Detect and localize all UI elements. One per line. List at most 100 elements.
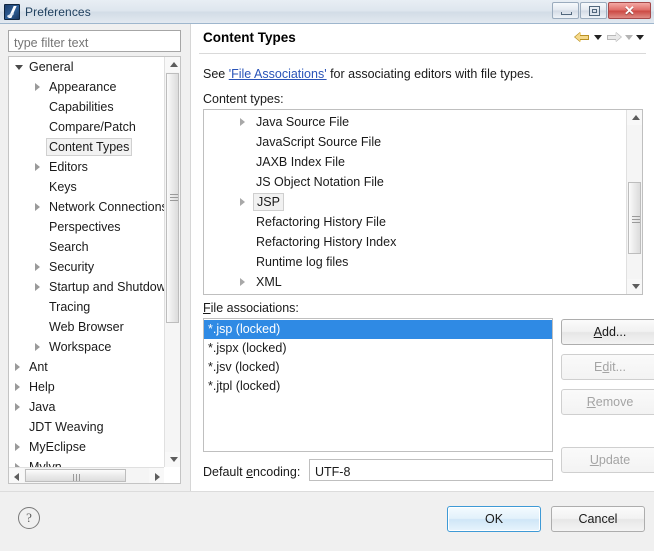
tree-scroll-thumb[interactable]: [166, 73, 179, 323]
tree-collapsed-arrow-icon[interactable]: [35, 263, 40, 271]
remove-button: Remove: [561, 389, 654, 415]
sidebar-item-search[interactable]: Search: [9, 237, 165, 257]
content-types-vertical-scrollbar[interactable]: [626, 110, 642, 294]
window-title: Preferences: [25, 4, 91, 19]
scroll-up-arrow-icon[interactable]: [165, 57, 180, 72]
sidebar-item-editors[interactable]: Editors: [9, 157, 165, 177]
file-association-row[interactable]: *.jtpl (locked): [204, 377, 552, 396]
file-associations-label: File associations:: [203, 301, 299, 315]
content-type-row[interactable]: Refactoring History Index: [204, 232, 625, 252]
sidebar-item-content-types[interactable]: Content Types: [9, 137, 165, 157]
content-type-label: Refactoring History Index: [256, 235, 397, 249]
tree-horizontal-scrollbar[interactable]: [9, 467, 164, 483]
sidebar-item-capabilities[interactable]: Capabilities: [9, 97, 165, 117]
page-menu-chevron-down-icon[interactable]: [636, 35, 644, 40]
sidebar-item-perspectives[interactable]: Perspectives: [9, 217, 165, 237]
content-type-row[interactable]: JSP: [204, 192, 625, 212]
sidebar-item-keys[interactable]: Keys: [9, 177, 165, 197]
content-type-row[interactable]: Runtime log files: [204, 252, 625, 272]
content-types-list[interactable]: Java Source File JavaScript Source File JA…: [203, 109, 643, 295]
sidebar-item-java[interactable]: Java: [9, 397, 165, 417]
tree-vertical-scrollbar[interactable]: [164, 57, 180, 467]
tree-collapsed-arrow-icon[interactable]: [35, 343, 40, 351]
default-encoding-input[interactable]: [309, 459, 553, 481]
sidebar-item-label: Workspace: [49, 340, 112, 354]
restore-icon: [589, 6, 600, 16]
file-association-row[interactable]: *.jspx (locked): [204, 339, 552, 358]
forward-history-chevron-down-icon: [625, 35, 633, 40]
preference-tree[interactable]: General Appearance Capabilities Compare/Pat…: [8, 56, 181, 484]
content-type-label: XML: [256, 275, 282, 289]
tree-expanded-arrow-icon[interactable]: [15, 65, 23, 70]
scroll-left-arrow-icon[interactable]: [9, 468, 24, 483]
minimize-button[interactable]: [552, 2, 579, 19]
tree-collapsed-arrow-icon[interactable]: [15, 363, 20, 371]
page-title: Content Types: [203, 30, 296, 45]
sidebar-item-startup-and-shutdown[interactable]: Startup and Shutdown: [9, 277, 165, 297]
file-association-row[interactable]: *.jsp (locked): [204, 320, 552, 339]
sidebar-item-help[interactable]: Help: [9, 377, 165, 397]
sidebar-item-general[interactable]: General: [9, 57, 165, 77]
sidebar-item-label: MyEclipse: [29, 440, 86, 454]
search-input[interactable]: [8, 30, 181, 52]
sidebar-item-label: Security: [49, 260, 95, 274]
tree-collapsed-arrow-icon[interactable]: [15, 403, 20, 411]
back-arrow-icon[interactable]: [574, 30, 591, 45]
ct-scroll-down-arrow-icon[interactable]: [627, 279, 642, 294]
ok-button[interactable]: OK: [447, 506, 541, 532]
sidebar-item-label: Help: [29, 380, 55, 394]
tree-collapsed-arrow-icon[interactable]: [35, 203, 40, 211]
tree-collapsed-arrow-icon[interactable]: [15, 443, 20, 451]
tree-collapsed-arrow-icon[interactable]: [35, 283, 40, 291]
sidebar-item-appearance[interactable]: Appearance: [9, 77, 165, 97]
tree-collapsed-arrow-icon[interactable]: [240, 198, 245, 206]
tree-collapsed-arrow-icon[interactable]: [240, 278, 245, 286]
sidebar-item-workspace[interactable]: Workspace: [9, 337, 165, 357]
cancel-button[interactable]: Cancel: [551, 506, 645, 532]
help-icon[interactable]: ?: [18, 507, 40, 529]
tree-collapsed-arrow-icon[interactable]: [15, 383, 20, 391]
page-description: See 'File Associations' for associating …: [203, 67, 534, 81]
sidebar-item-myeclipse[interactable]: MyEclipse: [9, 437, 165, 457]
default-encoding-label: Default encoding:: [203, 465, 301, 479]
add-button[interactable]: Add...: [561, 319, 654, 345]
preference-tree-items: General Appearance Capabilities Compare/Pat…: [9, 57, 165, 468]
tree-collapsed-arrow-icon[interactable]: [35, 83, 40, 91]
content-type-row[interactable]: Java Source File: [204, 112, 625, 132]
close-button[interactable]: ✕: [608, 2, 651, 19]
ct-scroll-thumb[interactable]: [628, 182, 641, 254]
description-suffix: for associating editors with file types.: [326, 67, 534, 81]
content-type-row[interactable]: Refactoring History File: [204, 212, 625, 232]
sidebar-item-ant[interactable]: Ant: [9, 357, 165, 377]
tree-collapsed-arrow-icon[interactable]: [35, 163, 40, 171]
sidebar-item-compare-patch[interactable]: Compare/Patch: [9, 117, 165, 137]
update-button: Update: [561, 447, 654, 473]
scroll-down-arrow-icon[interactable]: [165, 452, 180, 467]
content-type-label: Java Source File: [256, 115, 350, 129]
preferences-dialog: Preferences ✕ General Appearance Capabilit…: [0, 0, 654, 551]
scroll-right-arrow-icon[interactable]: [149, 468, 164, 483]
content-type-row[interactable]: JS Object Notation File: [204, 172, 625, 192]
tree-collapsed-arrow-icon[interactable]: [240, 118, 245, 126]
back-history-chevron-down-icon[interactable]: [594, 35, 602, 40]
sidebar-item-label: Java: [29, 400, 56, 414]
sidebar-item-jdt-weaving[interactable]: JDT Weaving: [9, 417, 165, 437]
content-types-label: Content types:: [203, 92, 284, 106]
file-associations-link[interactable]: 'File Associations': [229, 67, 327, 81]
header-divider: [199, 53, 646, 54]
content-type-row[interactable]: XML: [204, 272, 625, 292]
ct-scroll-up-arrow-icon[interactable]: [627, 110, 642, 125]
file-association-row[interactable]: *.jsv (locked): [204, 358, 552, 377]
sidebar-item-web-browser[interactable]: Web Browser: [9, 317, 165, 337]
tree-hscroll-thumb[interactable]: [25, 469, 126, 482]
content-type-label: Runtime log files: [256, 255, 349, 269]
title-bar: Preferences ✕: [0, 0, 654, 24]
sidebar-item-label: Compare/Patch: [49, 120, 136, 134]
sidebar-item-security[interactable]: Security: [9, 257, 165, 277]
content-type-row[interactable]: JAXB Index File: [204, 152, 625, 172]
sidebar-item-tracing[interactable]: Tracing: [9, 297, 165, 317]
file-associations-list[interactable]: *.jsp (locked) *.jspx (locked) *.jsv (lock…: [203, 318, 553, 452]
sidebar-item-network-connections[interactable]: Network Connections: [9, 197, 165, 217]
content-type-row[interactable]: JavaScript Source File: [204, 132, 625, 152]
restore-button[interactable]: [580, 2, 607, 19]
